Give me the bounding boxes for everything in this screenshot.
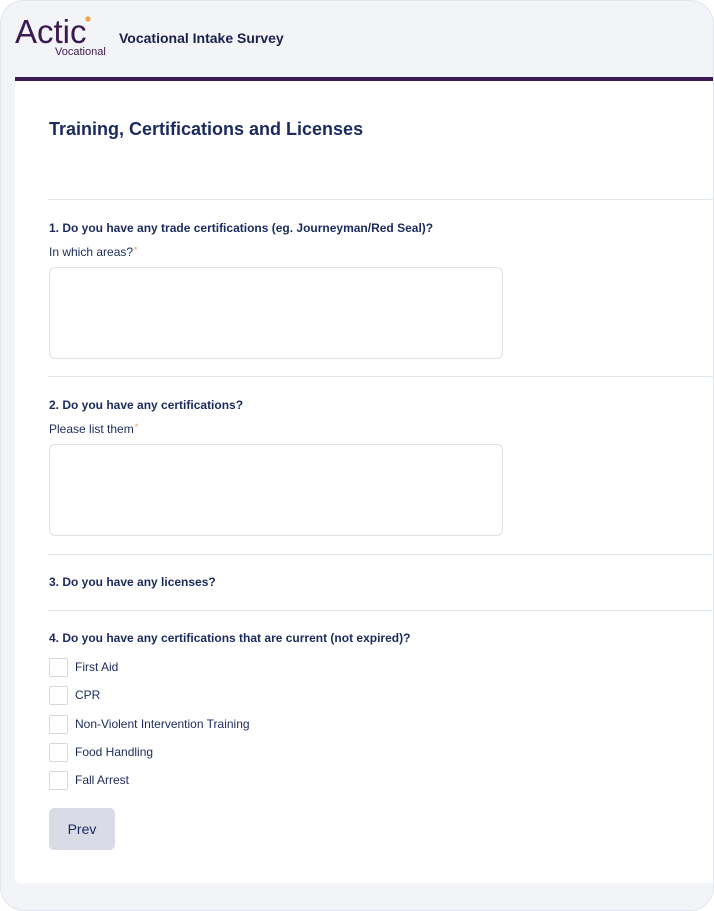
checkbox[interactable] [49, 770, 68, 790]
divider [48, 610, 713, 611]
question-2-subtitle: Please list them* [49, 422, 139, 436]
option-non-violent-intervention[interactable]: Non-Violent Intervention Training [49, 714, 250, 734]
actic-logo: Actic Vocational [15, 14, 107, 58]
required-marker: * [134, 422, 139, 432]
prev-button[interactable]: Prev [49, 808, 115, 850]
option-label: Food Handling [75, 745, 154, 759]
section-title: Training, Certifications and Licenses [49, 119, 364, 139]
svg-text:Actic: Actic [15, 14, 87, 50]
checkbox[interactable] [49, 657, 68, 677]
question-2-title: 2. Do you have any certifications? [49, 398, 244, 412]
option-fall-arrest[interactable]: Fall Arrest [49, 770, 129, 790]
question-1-title: 1. Do you have any trade certifications … [49, 221, 434, 235]
option-label: First Aid [75, 660, 119, 674]
question-1-subtitle: In which areas?* [49, 245, 138, 259]
question-3-title: 3. Do you have any licenses? [49, 575, 216, 589]
option-first-aid[interactable]: First Aid [49, 657, 118, 677]
question-2-textarea[interactable] [49, 444, 503, 536]
checkbox[interactable] [49, 714, 68, 734]
header: Actic Vocational Vocational Intake Surve… [1, 1, 713, 79]
survey-title: Vocational Intake Survey [119, 30, 284, 46]
required-marker: * [134, 245, 138, 255]
option-label: Non-Violent Intervention Training [75, 717, 250, 731]
checkbox[interactable] [49, 742, 68, 762]
svg-text:Vocational: Vocational [55, 46, 106, 58]
question-4-title: 4. Do you have any certifications that a… [49, 631, 411, 645]
divider [48, 376, 713, 377]
option-cpr[interactable]: CPR [49, 685, 100, 705]
option-label: Fall Arrest [75, 773, 130, 787]
checkbox[interactable] [49, 685, 68, 705]
divider [48, 199, 713, 200]
survey-window: Actic Vocational Vocational Intake Surve… [0, 0, 714, 911]
form-card: Training, Certifications and Licenses 1.… [15, 81, 713, 883]
option-food-handling[interactable]: Food Handling [49, 742, 153, 762]
option-label: CPR [75, 688, 101, 702]
divider [48, 554, 713, 555]
question-1-textarea[interactable] [49, 267, 503, 359]
